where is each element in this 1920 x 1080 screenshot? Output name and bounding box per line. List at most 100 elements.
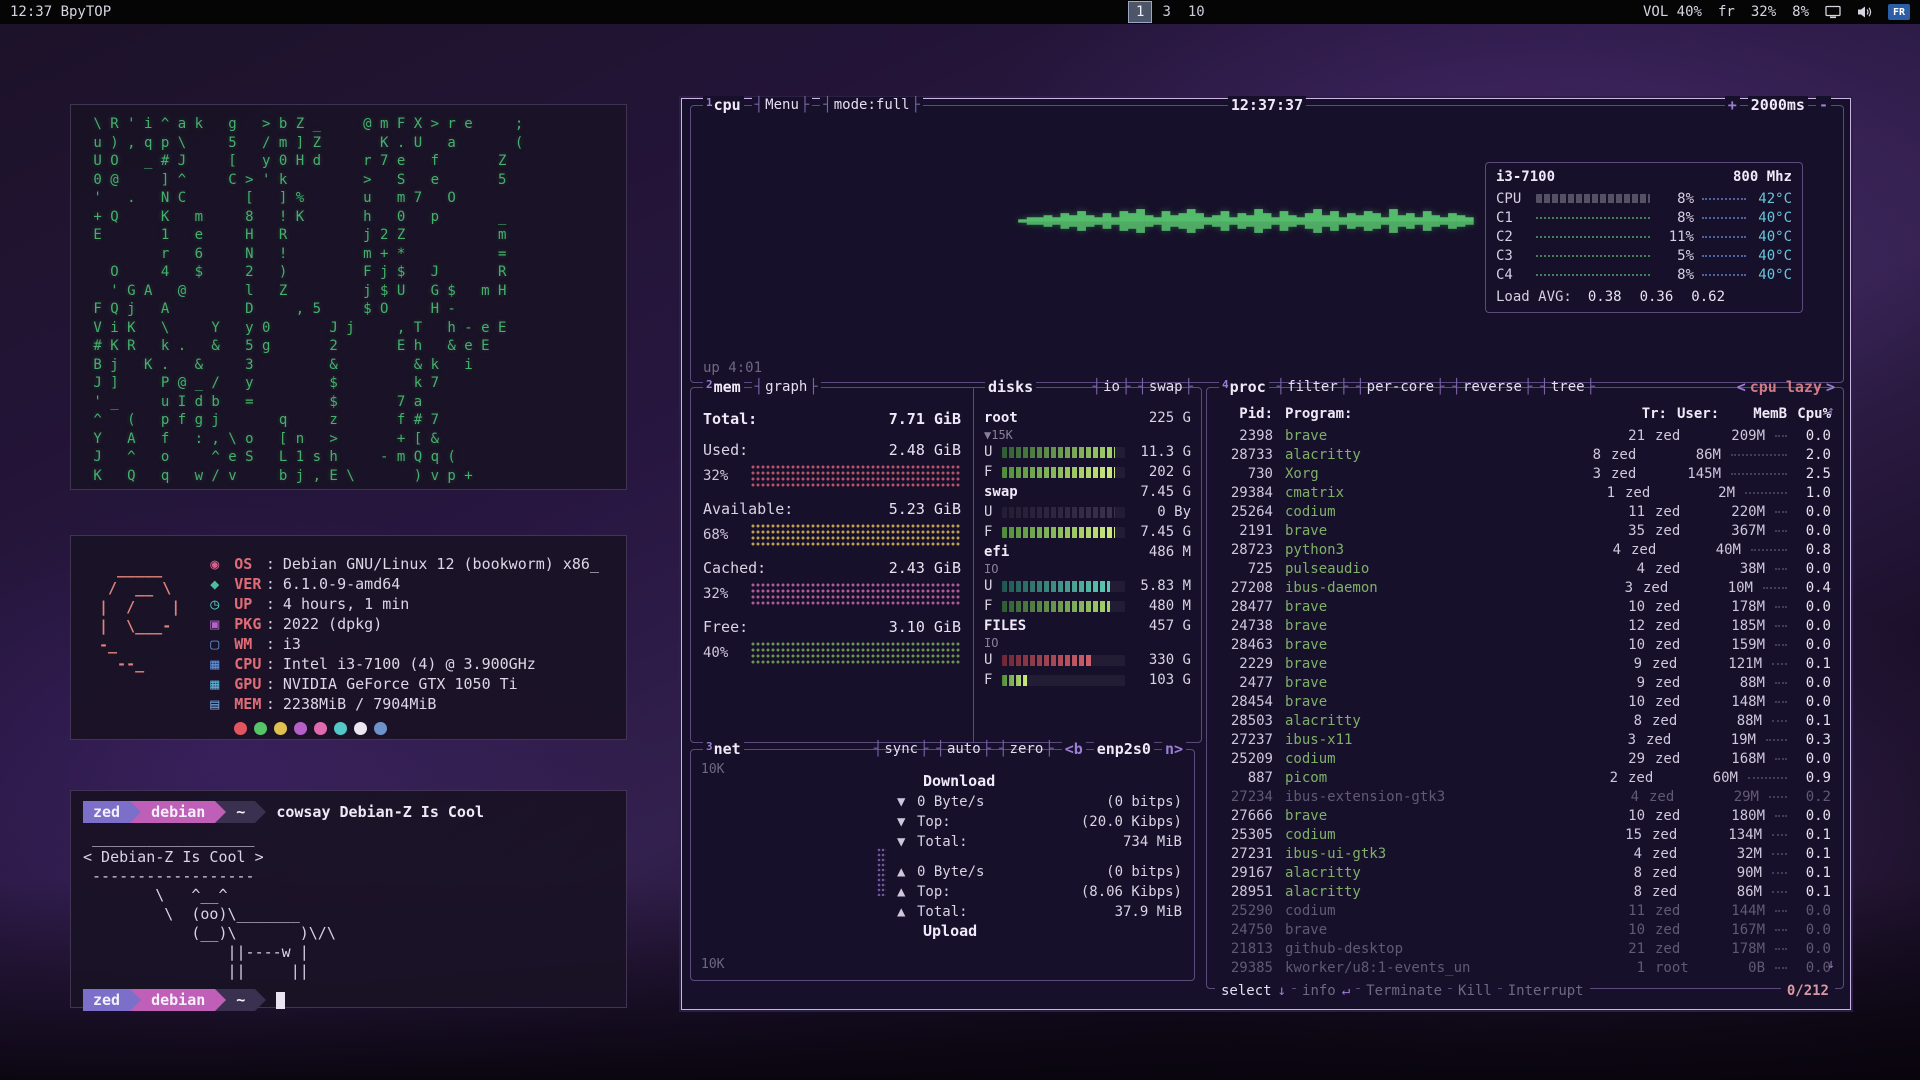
proc-footer-button[interactable]: Terminate xyxy=(1360,983,1448,999)
net-prev-button[interactable]: <b xyxy=(1062,740,1086,758)
terminal-cmatrix[interactable]: \ R ' i ^ a k g > b Z _ @ m F X > r e ; … xyxy=(70,104,627,490)
proc-pid: 25290 xyxy=(1217,903,1273,919)
proc-row[interactable]: 2398brave21zed209M0.0 xyxy=(1217,426,1831,445)
proc-row[interactable]: 27231ibus-ui-gtk34zed32M0.1 xyxy=(1217,844,1831,863)
prompt-segment: zed xyxy=(83,801,130,823)
info-label: GPU xyxy=(234,675,266,693)
proc-row[interactable]: 29167alacritty8zed90M0.1 xyxy=(1217,863,1831,882)
mem-stat-percent: 40% xyxy=(703,645,745,661)
proc-footer-button[interactable]: select↓ xyxy=(1215,983,1292,999)
proc-footer-button[interactable]: info↵ xyxy=(1296,983,1356,999)
disks-io-toggle[interactable]: io xyxy=(1093,379,1131,395)
proc-mem: 185M xyxy=(1709,618,1765,634)
net-sync-toggle[interactable]: sync xyxy=(874,741,929,757)
proc-threads: 35 xyxy=(1611,523,1645,539)
proc-row[interactable]: 725pulseaudio4zed38M0.0 xyxy=(1217,559,1831,578)
proc-mem: 159M xyxy=(1709,637,1765,653)
proc-mem-graph xyxy=(1772,872,1787,874)
scroll-down-icon[interactable]: ↓ xyxy=(1827,957,1835,972)
terminal-cursor[interactable] xyxy=(276,992,285,1009)
disk-meter-fill xyxy=(1002,655,1091,666)
proc-row[interactable]: 27666brave10zed180M0.0 xyxy=(1217,806,1831,825)
proc-row[interactable]: 27237ibus-x113zed19M0.3 xyxy=(1217,730,1831,749)
proc-row[interactable]: 28454brave10zed148M0.0 xyxy=(1217,692,1831,711)
proc-reverse-button[interactable]: reverse xyxy=(1453,379,1533,395)
proc-row[interactable]: 28951alacritty8zed86M0.1 xyxy=(1217,882,1831,901)
proc-row[interactable]: 25305codium15zed134M0.1 xyxy=(1217,825,1831,844)
pkg-icon: ▣ xyxy=(210,615,234,633)
proc-user: zed xyxy=(1615,485,1679,501)
terminal-fetch[interactable]: _____ / __ \ | / | | \___- -_ --_ ◉OS:De… xyxy=(70,535,627,740)
proc-footer-button[interactable]: Kill xyxy=(1452,983,1498,999)
cpu-frequency: 800 Mhz xyxy=(1733,169,1792,189)
proc-filter-button[interactable]: filter xyxy=(1277,379,1348,395)
workspace-3[interactable]: 3 xyxy=(1155,1,1177,23)
core-temp: 40°C xyxy=(1746,210,1792,226)
proc-row[interactable]: 24738brave12zed185M0.0 xyxy=(1217,616,1831,635)
proc-row[interactable]: 730Xorg3zed145M2.5 xyxy=(1217,464,1831,483)
proc-row[interactable]: 28723python34zed40M0.8 xyxy=(1217,540,1831,559)
info-value: Intel i3-7100 (4) @ 3.900GHz xyxy=(283,655,536,673)
proc-row[interactable]: 28477brave10zed178M0.0 xyxy=(1217,597,1831,616)
mode-toggle[interactable]: mode:full xyxy=(820,97,923,113)
proc-row[interactable]: 25264codium11zed220M0.0 xyxy=(1217,502,1831,521)
core-usage-percent: 11% xyxy=(1656,229,1694,245)
proc-pid: 28463 xyxy=(1217,637,1273,653)
proc-row[interactable]: 25290codium11zed144M0.0 xyxy=(1217,901,1831,920)
proc-row[interactable]: 24750brave10zed167M0.0 xyxy=(1217,920,1831,939)
proc-per-core-button[interactable]: per-core xyxy=(1356,379,1444,395)
proc-pid: 28723 xyxy=(1217,542,1273,558)
net-scale-top: 10K xyxy=(701,762,724,777)
net-next-button[interactable]: n> xyxy=(1162,740,1186,758)
proc-mem: 209M xyxy=(1709,428,1765,444)
proc-tree-button[interactable]: tree xyxy=(1540,379,1595,395)
proc-row[interactable]: 2229brave9zed121M0.1 xyxy=(1217,654,1831,673)
interval-increase-button[interactable]: + xyxy=(1725,96,1740,114)
proc-pid: 24738 xyxy=(1217,618,1273,634)
bpytop-window[interactable]: 1 cpu Menu mode:full 12:37:37 + 2000ms -… xyxy=(681,98,1851,1010)
net-stat-label: 0 Byte/s xyxy=(917,794,984,810)
proc-mem: 121M xyxy=(1706,656,1762,672)
workspace-10[interactable]: 10 xyxy=(1181,1,1212,23)
proc-user: zed xyxy=(1645,561,1709,577)
proc-mem: 2M xyxy=(1679,485,1735,501)
proc-row[interactable]: 2477brave9zed88M0.0 xyxy=(1217,673,1831,692)
proc-row[interactable]: 2191brave35zed367M0.0 xyxy=(1217,521,1831,540)
system-info-row: ◆VER:6.1.0-9-amd64 xyxy=(210,574,599,594)
proc-row[interactable]: 28733alacritty8zed86M2.0 xyxy=(1217,445,1831,464)
speaker-icon[interactable] xyxy=(1857,5,1872,19)
status-token-0: VOL 40% xyxy=(1643,4,1702,20)
proc-footer-button[interactable]: Interrupt xyxy=(1502,983,1590,999)
proc-row[interactable]: 29384cmatrix1zed2M1.0 xyxy=(1217,483,1831,502)
menu-button[interactable]: Menu xyxy=(752,97,813,113)
interval-decrease-button[interactable]: - xyxy=(1816,96,1831,114)
proc-row[interactable]: 25209codium29zed168M0.0 xyxy=(1217,749,1831,768)
proc-cpu: 2.0 xyxy=(1787,447,1831,463)
net-stats: Download ▼0 Byte/s(0 bitps)▼Top:(20.0 Ki… xyxy=(897,772,1182,942)
sort-prev-button[interactable]: < xyxy=(1737,378,1746,396)
prompt-arrow-icon xyxy=(255,801,266,823)
color-dot-3 xyxy=(294,722,307,735)
proc-pid: 29384 xyxy=(1217,485,1273,501)
cpu-box-name: 1 cpu xyxy=(703,96,744,114)
sort-next-button[interactable]: > xyxy=(1826,378,1835,396)
disks-swap-toggle[interactable]: swap xyxy=(1138,379,1193,395)
net-auto-toggle[interactable]: auto xyxy=(937,741,992,757)
net-activity-graph xyxy=(703,870,873,896)
proc-row[interactable]: 27234ibus-extension-gtk34zed29M0.2 xyxy=(1217,787,1831,806)
proc-row[interactable]: 28503alacritty8zed88M0.1 xyxy=(1217,711,1831,730)
disk-meter-row: F480 M xyxy=(984,596,1191,616)
proc-mem-graph xyxy=(1775,910,1787,912)
keyboard-layout-badge[interactable]: FR xyxy=(1888,4,1910,20)
proc-row[interactable]: 21813github-desktop21zed178M0.0 xyxy=(1217,939,1831,958)
proc-row[interactable]: 28463brave10zed159M0.0 xyxy=(1217,635,1831,654)
net-zero-toggle[interactable]: zero xyxy=(999,741,1054,757)
proc-row[interactable]: 27208ibus-daemon3zed10M0.4 xyxy=(1217,578,1831,597)
proc-row[interactable]: 887picom2zed60M0.9 xyxy=(1217,768,1831,787)
mem-graph-toggle[interactable]: graph xyxy=(752,379,821,395)
workspace-1[interactable]: 1 xyxy=(1128,1,1152,23)
proc-row[interactable]: 29385kworker/u8:1-events_un1root0B0.0 xyxy=(1217,958,1831,977)
scroll-up-icon[interactable]: ↑ xyxy=(1827,404,1835,419)
terminal-cowsay[interactable]: zeddebian~ cowsay Debian-Z Is Cool _____… xyxy=(70,790,627,1008)
proc-threads: 10 xyxy=(1611,637,1645,653)
